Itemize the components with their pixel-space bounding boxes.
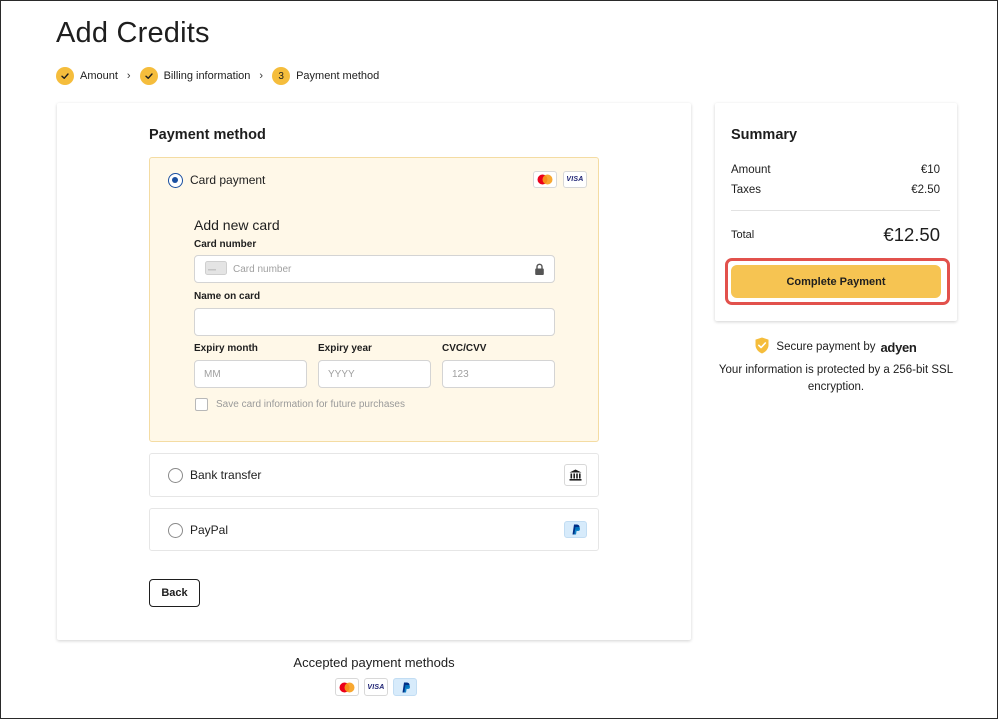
card-number-label: Card number [194,239,257,250]
name-on-card-field[interactable] [194,308,555,336]
step-label: Billing information [163,70,251,82]
secure-text: Secure payment by [776,341,876,353]
step-payment-method: 3 Payment method [272,67,379,85]
summary-row-taxes: Taxes €2.50 [731,184,940,196]
bank-icon [564,464,587,486]
summary-total-row: Total €12.50 [731,224,940,246]
summary-title: Summary [731,127,798,143]
step-label: Payment method [296,70,380,82]
secure-payment-row: Secure payment by adyen [715,337,957,357]
summary-value: €2.50 [911,184,940,196]
check-icon [56,67,74,85]
paypal-option[interactable]: PayPal [149,508,599,551]
expiry-month-field[interactable]: MM [194,360,307,388]
visa-icon: VISA [364,678,388,696]
card-number-field[interactable]: Card number [194,255,555,283]
adyen-logo: adyen [880,339,917,355]
paypal-icon [564,521,587,538]
bank-transfer-radio[interactable] [168,468,183,483]
card-payment-option[interactable]: Card payment VISA Add new card Card numb… [149,157,599,442]
option-label: Bank transfer [190,468,262,482]
cvc-placeholder: 123 [452,368,469,380]
card-number-placeholder: Card number [233,263,292,275]
card-payment-radio[interactable] [168,173,183,188]
expiry-year-placeholder: YYYY [328,368,355,380]
step-amount[interactable]: Amount [56,67,118,85]
credit-card-icon [205,260,227,278]
mastercard-icon [533,171,557,188]
total-label: Total [731,229,755,241]
visa-icon: VISA [563,171,587,188]
cvc-field[interactable]: 123 [442,360,555,388]
summary-divider [731,210,940,211]
payment-method-panel: Payment method Card payment VISA Add new… [57,103,691,640]
breadcrumb-steps: Amount › Billing information › 3 Payment… [56,67,379,85]
paypal-radio[interactable] [168,523,183,538]
check-icon [139,67,158,85]
expiry-year-label: Expiry year [318,343,372,354]
card-brand-logos: VISA [533,171,587,188]
summary-value: €10 [920,164,940,176]
save-card-row[interactable]: Save card information for future purchas… [195,398,405,411]
complete-payment-button[interactable]: Complete Payment [731,265,941,298]
accepted-methods-logos: VISA [335,678,417,696]
summary-panel: Summary Amount €10 Taxes €2.50 Total €12… [715,103,957,321]
save-card-checkbox[interactable] [195,398,208,411]
summary-label: Amount [731,164,771,176]
back-button[interactable]: Back [149,579,200,607]
mastercard-icon [335,678,359,696]
encryption-note: Your information is protected by a 256-b… [718,364,954,393]
total-value: €12.50 [883,224,940,245]
expiry-month-label: Expiry month [194,343,258,354]
lock-icon [534,263,545,279]
paypal-icon [393,678,417,696]
bank-transfer-option[interactable]: Bank transfer [149,453,599,497]
option-label: PayPal [190,523,229,537]
step-number: 3 [272,67,291,85]
summary-row-amount: Amount €10 [731,164,940,176]
step-label: Amount [80,70,118,82]
chevron-right-icon: › [126,70,131,82]
section-title: Payment method [149,127,266,143]
page-title: Add Credits [56,17,210,49]
shield-check-icon [755,337,769,357]
cvc-label: CVC/CVV [442,343,487,354]
chevron-right-icon: › [259,70,264,82]
expiry-year-field[interactable]: YYYY [318,360,431,388]
name-on-card-label: Name on card [194,291,261,302]
summary-label: Taxes [731,184,762,196]
add-card-title: Add new card [194,217,280,233]
step-billing-information[interactable]: Billing information [139,67,251,85]
accepted-methods-title: Accepted payment methods [293,655,455,670]
expiry-month-placeholder: MM [204,368,221,380]
save-card-label: Save card information for future purchas… [216,399,405,410]
option-label: Card payment [190,173,266,187]
